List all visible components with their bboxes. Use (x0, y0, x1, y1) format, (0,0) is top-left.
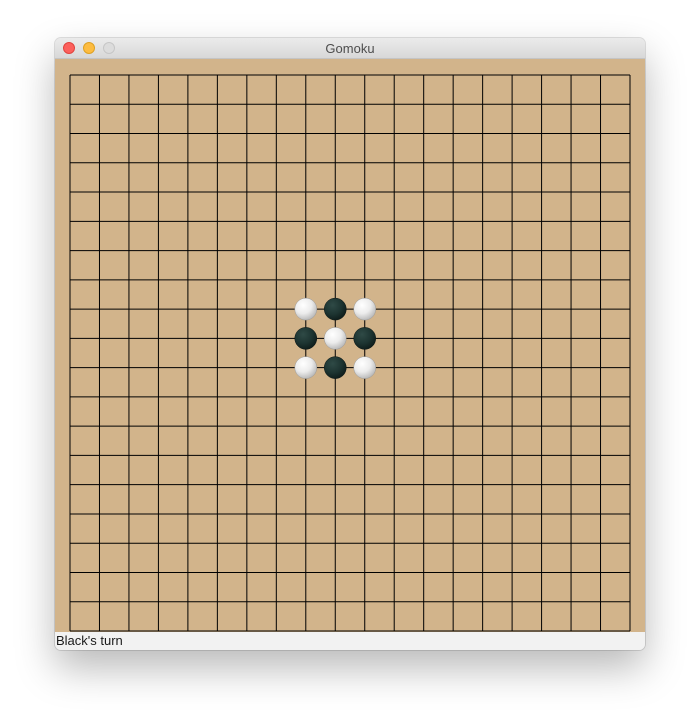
black-stone (294, 327, 318, 350)
status-bar: Black's turn (55, 632, 645, 650)
game-window: Gomoku Black's turn (55, 38, 645, 650)
white-stone (353, 297, 376, 321)
white-stone (294, 297, 318, 321)
gomoku-board[interactable] (55, 59, 645, 632)
black-stone (324, 356, 347, 379)
white-stone (294, 356, 318, 379)
white-stone (353, 356, 376, 379)
board-background (55, 59, 645, 632)
turn-status-text: Black's turn (56, 633, 123, 648)
stones-layer (294, 297, 376, 379)
black-stone (324, 297, 347, 321)
white-stone (324, 327, 347, 350)
window-title: Gomoku (325, 41, 375, 56)
game-board-area[interactable] (55, 59, 645, 632)
title-bar[interactable]: Gomoku (55, 38, 645, 59)
black-stone (353, 327, 376, 350)
